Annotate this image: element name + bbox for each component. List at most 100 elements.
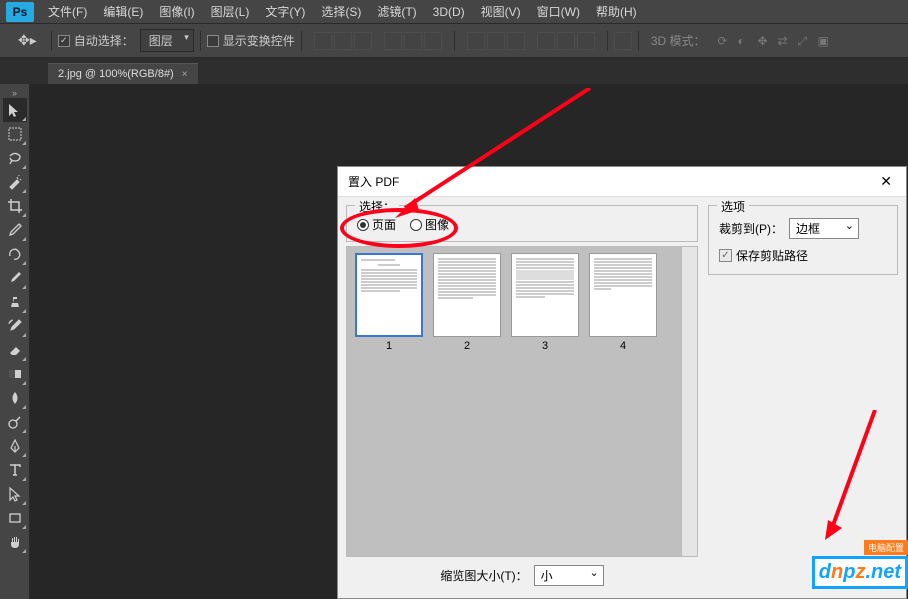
crop-label: 裁剪到(P)： — [719, 220, 783, 237]
divider — [51, 31, 52, 51]
align-icon[interactable] — [404, 32, 422, 50]
menu-filter[interactable]: 滤镜(T) — [369, 0, 424, 24]
divider — [638, 31, 639, 51]
select-groupbox: 选择： 页面 图像 — [346, 205, 698, 242]
3d-slide-icon[interactable]: ⇄ — [778, 34, 792, 48]
pdf-page-thumb[interactable]: 1 — [353, 253, 425, 550]
select-legend: 选择： — [355, 198, 399, 215]
dialog-title: 置入 PDF — [348, 173, 399, 190]
preserve-clip-label: 保存剪贴路径 — [736, 247, 808, 264]
distribute-icon[interactable] — [487, 32, 505, 50]
lasso-tool[interactable] — [3, 146, 27, 170]
app-logo: Ps — [6, 2, 34, 22]
3d-pan-icon[interactable]: ✥ — [758, 34, 772, 48]
rectangle-tool[interactable] — [3, 506, 27, 530]
tab-title: 2.jpg @ 100%(RGB/8#) — [58, 68, 174, 80]
auto-select-dropdown[interactable]: 图层 — [140, 29, 194, 52]
place-pdf-dialog: 置入 PDF ✕ 选择： 页面 图像 — [337, 166, 907, 599]
thumb-label: 2 — [464, 340, 470, 352]
thumb-label: 3 — [542, 340, 548, 352]
3d-orbit-icon[interactable]: ⟳ — [718, 34, 732, 48]
path-selection-tool[interactable] — [3, 482, 27, 506]
distribute-icon[interactable] — [577, 32, 595, 50]
show-transform-label: 显示变换控件 — [223, 32, 295, 49]
3d-mode-label: 3D 模式： — [645, 32, 712, 49]
align-icon[interactable] — [384, 32, 402, 50]
crop-tool[interactable] — [3, 194, 27, 218]
distribute-icon[interactable] — [507, 32, 525, 50]
radio-page[interactable]: 页面 — [357, 216, 396, 233]
menu-3d[interactable]: 3D(D) — [425, 0, 473, 24]
radio-page-label: 页面 — [372, 216, 396, 233]
menu-edit[interactable]: 编辑(E) — [95, 0, 151, 24]
dodge-tool[interactable] — [3, 410, 27, 434]
radio-image-label: 图像 — [425, 216, 449, 233]
divider — [301, 31, 302, 51]
distribute-icon[interactable] — [537, 32, 555, 50]
type-tool[interactable] — [3, 458, 27, 482]
watermark: 电脑配置 dnpz.net — [812, 556, 908, 589]
document-tab[interactable]: 2.jpg @ 100%(RGB/8#) × — [48, 63, 198, 84]
dialog-titlebar: 置入 PDF ✕ — [338, 167, 906, 197]
toolbox: » — [0, 84, 30, 599]
history-brush-tool[interactable] — [3, 314, 27, 338]
eraser-tool[interactable] — [3, 338, 27, 362]
healing-brush-tool[interactable] — [3, 242, 27, 266]
auto-align-icon[interactable] — [614, 32, 632, 50]
options-groupbox: 选项 裁剪到(P)： 边框 ✓ 保存剪贴路径 — [708, 205, 898, 275]
align-icon[interactable] — [424, 32, 442, 50]
watermark-badge: 电脑配置 — [864, 540, 908, 555]
clone-stamp-tool[interactable] — [3, 290, 27, 314]
thumb-size-select[interactable]: 小 — [534, 565, 604, 586]
move-tool-icon: ✥▸ — [10, 32, 45, 49]
pen-tool[interactable] — [3, 434, 27, 458]
divider — [454, 31, 455, 51]
menu-select[interactable]: 选择(S) — [313, 0, 369, 24]
options-bar: ✥▸ ✓ 自动选择： 图层 显示变换控件 3D 模式： ⟳ ◐ ✥ ⇄ — [0, 24, 908, 58]
crop-select[interactable]: 边框 — [789, 218, 859, 239]
thumb-size-row: 缩览图大小(T)： 小 — [346, 557, 698, 590]
gradient-tool[interactable] — [3, 362, 27, 386]
align-icons — [314, 32, 372, 50]
menu-type[interactable]: 文字(Y) — [257, 0, 313, 24]
distribute-icon[interactable] — [467, 32, 485, 50]
thumbnails-row: 1 2 3 4 — [347, 247, 665, 556]
hand-tool[interactable] — [3, 530, 27, 554]
menu-file[interactable]: 文件(F) — [40, 0, 95, 24]
menu-layer[interactable]: 图层(L) — [203, 0, 258, 24]
distribute-icons — [537, 32, 595, 50]
menubar: Ps 文件(F) 编辑(E) 图像(I) 图层(L) 文字(Y) 选择(S) 滤… — [0, 0, 908, 24]
eyedropper-tool[interactable] — [3, 218, 27, 242]
show-transform-checkbox[interactable]: 显示变换控件 — [207, 32, 295, 49]
3d-scale-icon[interactable]: ⤢ — [798, 34, 812, 48]
radio-image[interactable]: 图像 — [410, 216, 449, 233]
auto-select-label: 自动选择： — [74, 32, 134, 49]
align-icon[interactable] — [314, 32, 332, 50]
menu-window[interactable]: 窗口(W) — [529, 0, 588, 24]
magic-wand-tool[interactable] — [3, 170, 27, 194]
pdf-page-thumb[interactable]: 4 — [587, 253, 659, 550]
dialog-close-button[interactable]: ✕ — [876, 173, 896, 190]
thumbnails-scrollbar[interactable] — [681, 247, 697, 556]
toolbox-expand-icon[interactable]: » — [1, 88, 29, 98]
move-tool[interactable] — [3, 98, 27, 122]
blur-tool[interactable] — [3, 386, 27, 410]
3d-icons: ⟳ ◐ ✥ ⇄ ⤢ ▣ — [718, 34, 832, 48]
3d-camera-icon[interactable]: ▣ — [818, 34, 832, 48]
pdf-page-thumb[interactable]: 2 — [431, 253, 503, 550]
thumbnails-box: 1 2 3 4 — [346, 246, 698, 557]
menu-help[interactable]: 帮助(H) — [588, 0, 645, 24]
preserve-clip-checkbox[interactable]: ✓ 保存剪贴路径 — [719, 247, 887, 264]
menu-view[interactable]: 视图(V) — [473, 0, 529, 24]
align-icon[interactable] — [334, 32, 352, 50]
distribute-icon[interactable] — [557, 32, 575, 50]
menu-image[interactable]: 图像(I) — [151, 0, 202, 24]
tab-close-icon[interactable]: × — [182, 69, 188, 80]
marquee-tool[interactable] — [3, 122, 27, 146]
brush-tool[interactable] — [3, 266, 27, 290]
align-icon[interactable] — [354, 32, 372, 50]
3d-roll-icon[interactable]: ◐ — [738, 34, 752, 48]
auto-select-checkbox[interactable]: ✓ 自动选择： — [58, 32, 134, 49]
pdf-page-thumb[interactable]: 3 — [509, 253, 581, 550]
divider — [200, 31, 201, 51]
